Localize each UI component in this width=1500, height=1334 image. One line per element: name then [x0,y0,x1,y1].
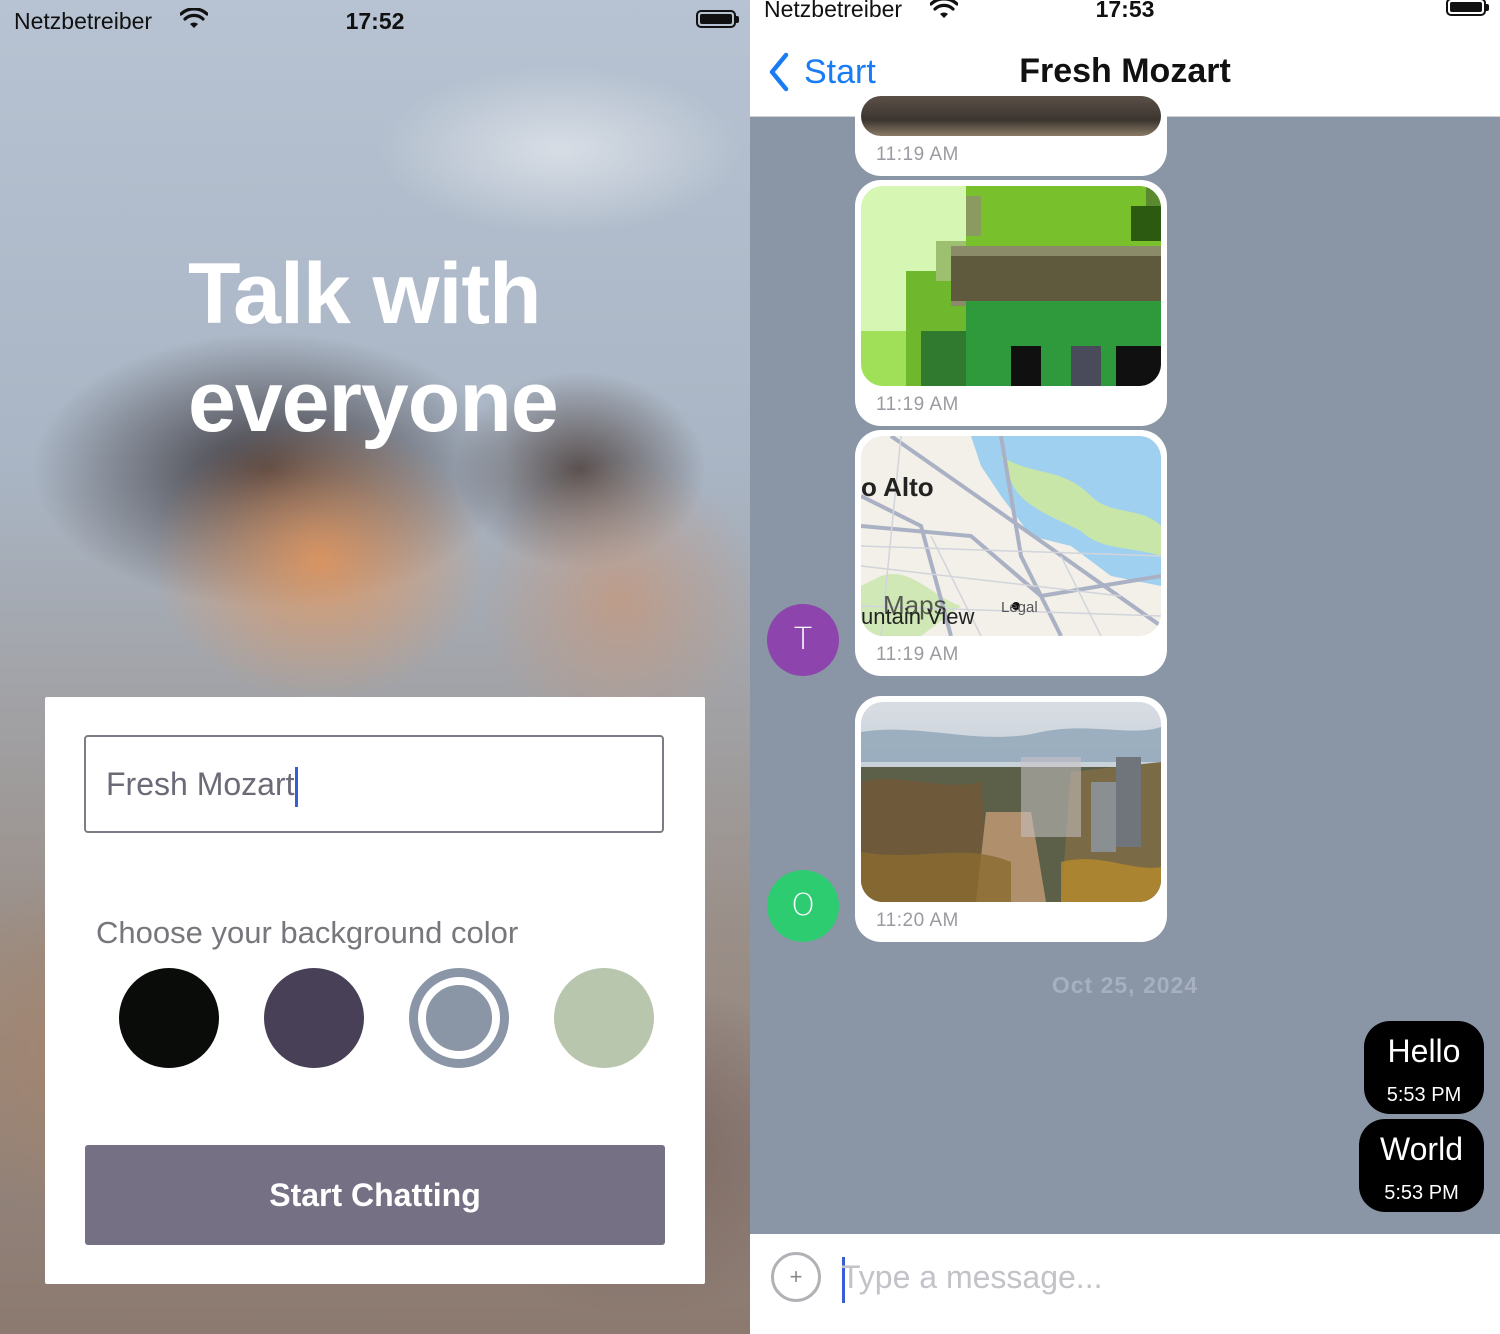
message-time: 5:53 PM [1384,1182,1459,1204]
pixel-art-image [861,186,1161,386]
message-text: Hello [1387,1033,1461,1069]
add-attachment-button[interactable]: + [771,1252,821,1302]
color-swatch-black[interactable] [119,968,219,1068]
map-city-label: o Alto [861,472,934,502]
chat-title: Fresh Mozart [1019,52,1231,90]
status-bar: Netzbetreiber 17:52 [0,0,750,40]
title-line-2: everyone [188,354,559,450]
color-swatch-gray-selected[interactable] [409,968,509,1068]
message-image-bubble[interactable]: 11:20 AM [855,696,1167,942]
color-swatch-green[interactable] [554,968,654,1068]
landscape-photo [861,702,1161,902]
message-time: 5:53 PM [1386,1084,1462,1106]
message-time: 11:19 AM [876,144,959,165]
message-text: World [1380,1131,1463,1167]
message-time: 11:20 AM [876,910,959,931]
start-chatting-button[interactable]: Start Chatting [85,1145,665,1245]
sender-avatar[interactable]: O [767,870,839,942]
message-input[interactable]: Type a message... [841,1252,1103,1303]
battery-icon [1446,0,1489,16]
app-title: Talk with everyone [188,240,688,456]
choose-color-label: Choose your background color [96,915,519,950]
date-separator: Oct 25, 2024 [1051,972,1199,998]
message-location-bubble[interactable]: o Alto untain View Maps Legal 11:19 AM [855,430,1167,676]
text-caret [295,766,299,807]
name-input-value: Fresh Mozart [106,766,295,802]
start-card: Fresh Mozart Choose your background colo… [45,697,705,1284]
message-time: 11:19 AM [876,394,959,415]
message-image[interactable] [861,96,1161,136]
message-composer: + Type a message... [750,1234,1500,1334]
status-time: 17:52 [345,8,405,34]
message-time: 11:19 AM [876,644,959,665]
status-bar: Netzbetreiber 17:53 [750,0,1500,32]
outgoing-message-bubble[interactable]: Hello 5:53 PM [1364,1021,1484,1114]
status-time: 17:53 [1095,0,1155,22]
map-legal-label: Legal [1001,599,1038,616]
plus-icon: + [789,1264,803,1289]
title-line-1: Talk with [188,246,542,342]
sender-avatar[interactable]: T [767,604,839,676]
map-image: o Alto untain View Maps Legal [861,436,1161,636]
start-screen: Netzbetreiber 17:52 Talk with everyone F… [0,0,750,1334]
map-maps-label: Maps [883,590,947,620]
message-image-bubble[interactable]: 11:19 AM [855,180,1167,426]
message-image-bubble[interactable]: 11:19 AM [855,90,1167,176]
battery-icon [696,10,739,28]
message-image[interactable] [861,186,1161,386]
chat-screen: Netzbetreiber 17:53 Start Fresh Mozart 1… [750,0,1500,1334]
message-input-placeholder: Type a message... [841,1259,1103,1295]
color-swatch-purple[interactable] [264,968,364,1068]
message-image[interactable] [861,702,1161,902]
map-snapshot[interactable]: o Alto untain View Maps Legal [861,436,1161,636]
name-input[interactable]: Fresh Mozart [84,735,664,833]
outgoing-message-bubble[interactable]: World 5:53 PM [1359,1119,1484,1212]
